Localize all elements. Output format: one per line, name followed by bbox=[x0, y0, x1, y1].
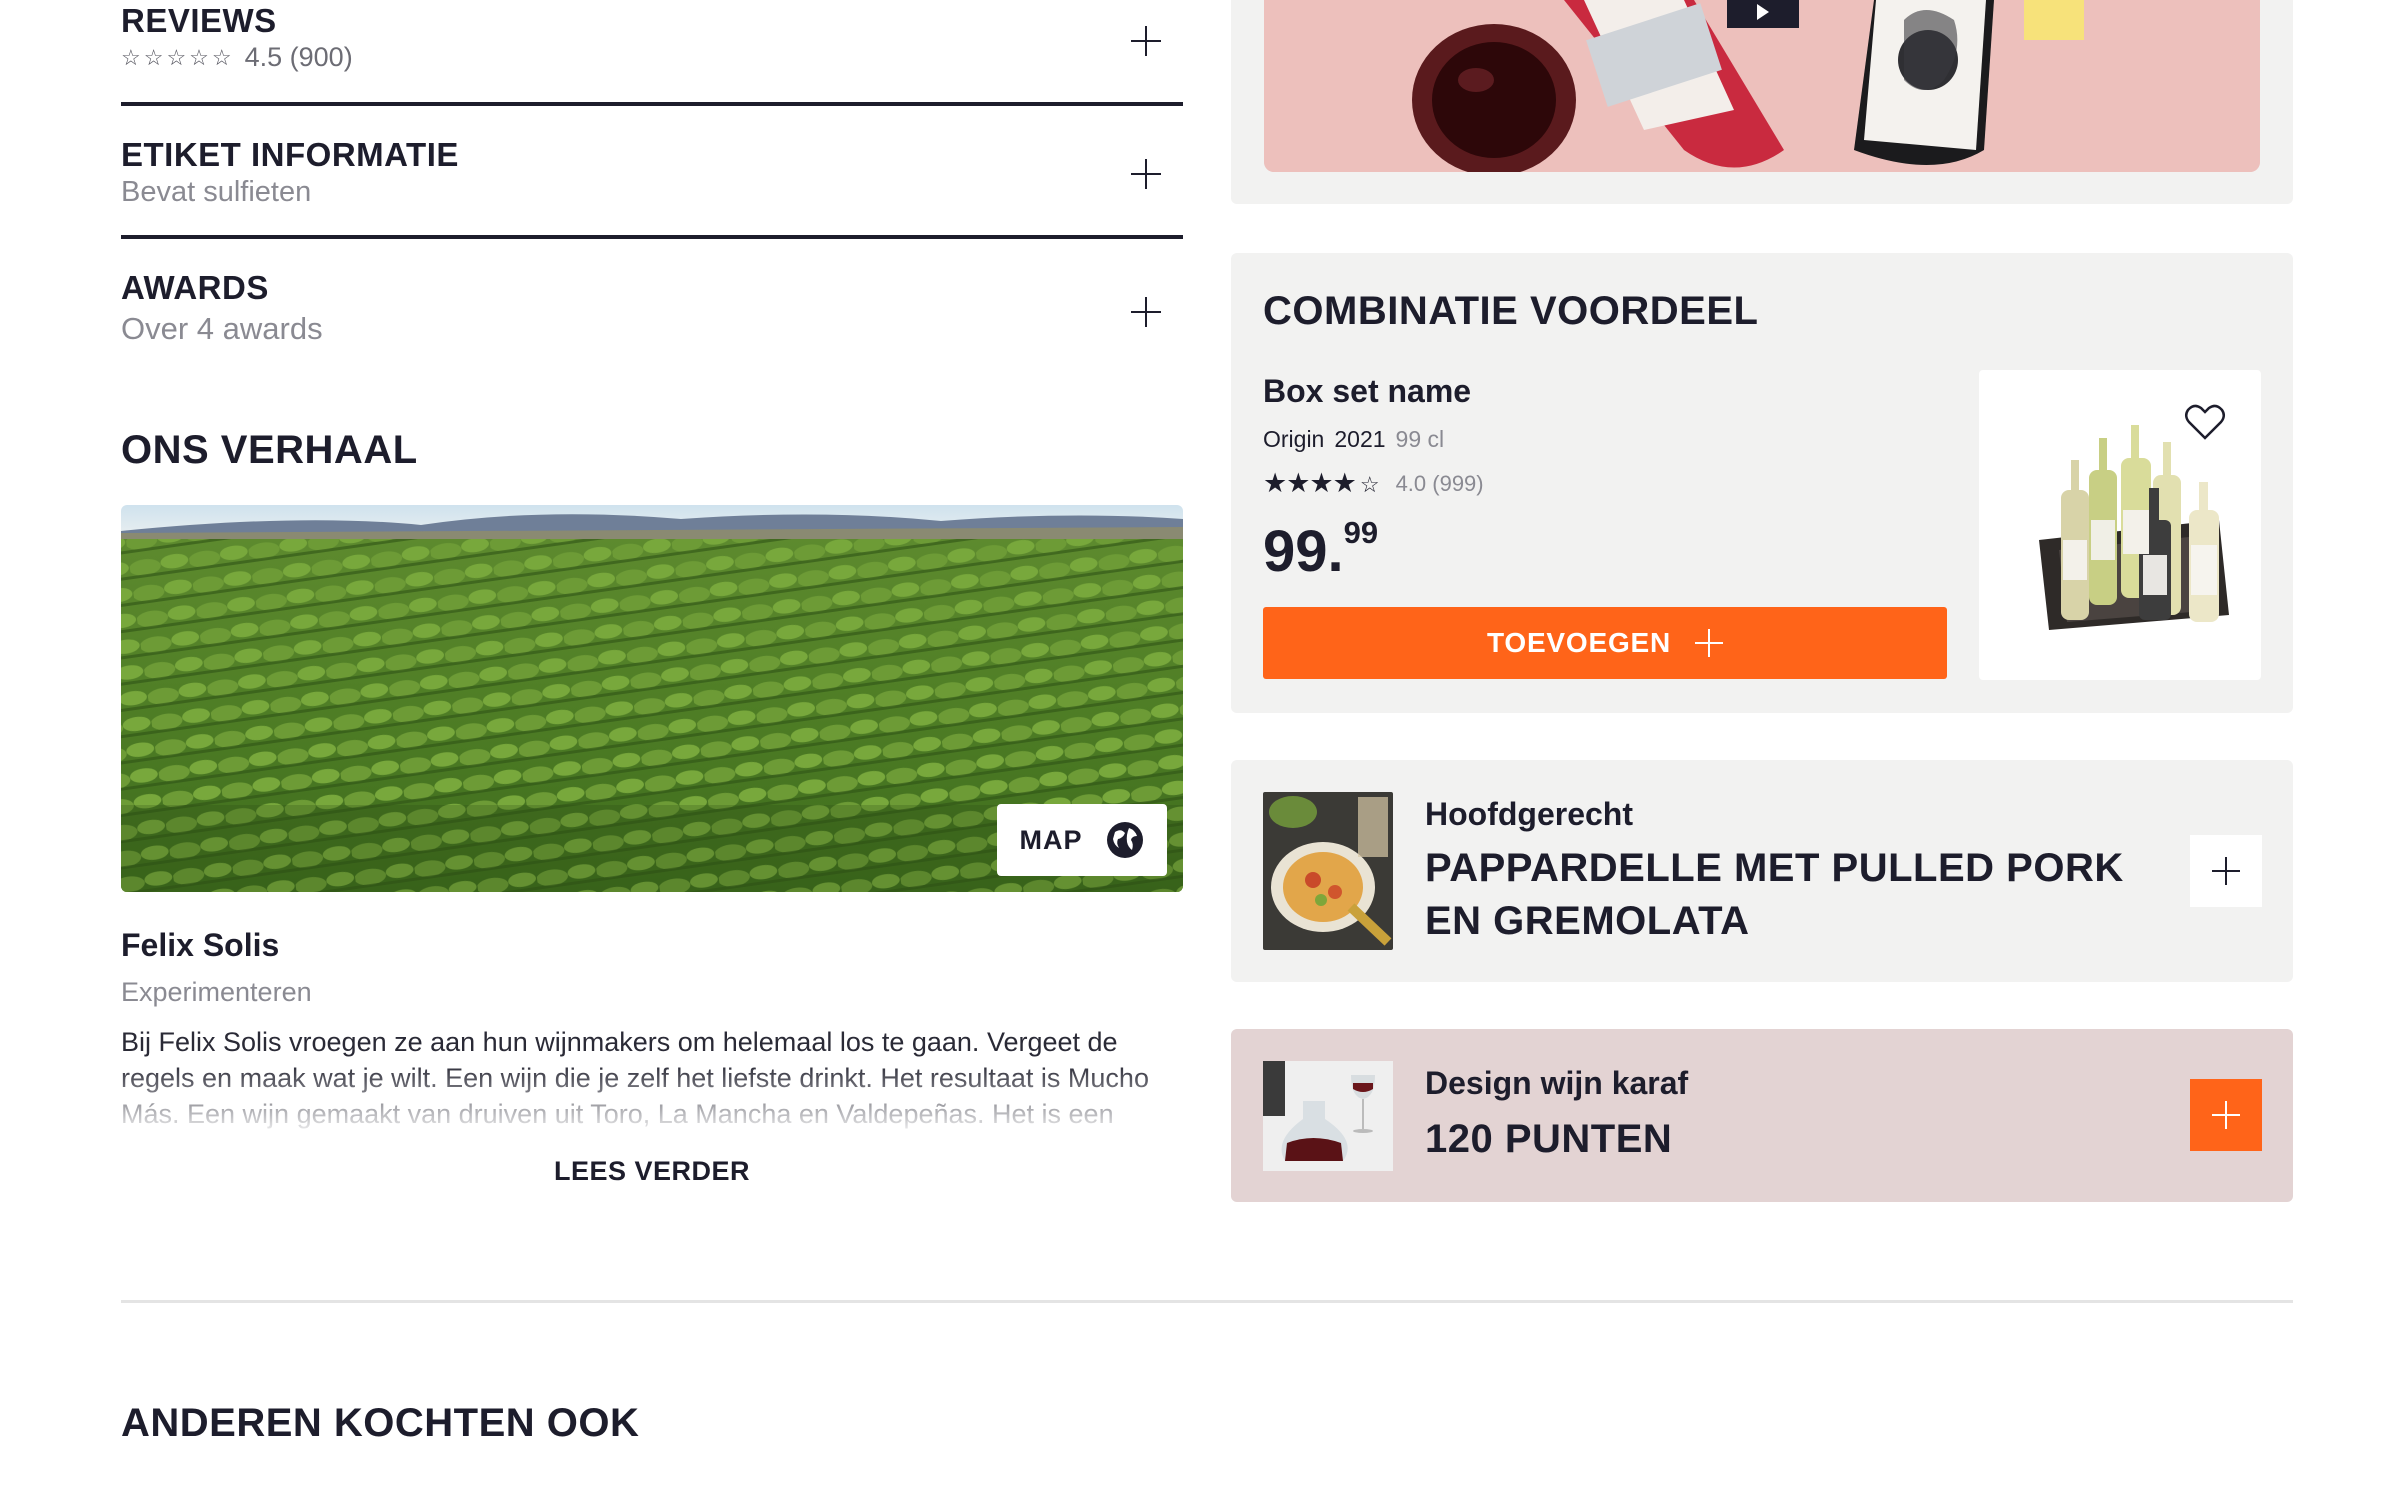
globe-icon bbox=[1105, 820, 1145, 860]
reward-name: Design wijn karaf bbox=[1425, 1065, 1689, 1101]
boxset-bottles-image bbox=[2039, 425, 2229, 630]
winery-name: Felix Solis bbox=[121, 927, 280, 963]
recipe-category: Hoofdgerecht bbox=[1425, 796, 1633, 832]
rating-stars-icon: ★★★★ ☆ bbox=[1263, 468, 1380, 498]
combo-deal-panel: COMBINATIE VOORDEEL Box set name Origin … bbox=[1231, 253, 2293, 713]
read-more-link[interactable]: LEES VERDER bbox=[121, 1156, 1183, 1187]
expand-plus-icon[interactable] bbox=[1131, 159, 1161, 189]
plus-icon bbox=[2212, 1101, 2240, 1129]
combo-rating: ★★★★ ☆ 4.0 (999) bbox=[1263, 468, 1484, 499]
add-recipe-button[interactable] bbox=[2190, 835, 2262, 907]
combo-price: 99.99 bbox=[1263, 515, 1378, 585]
add-plus-icon bbox=[1695, 629, 1724, 657]
expand-plus-icon[interactable] bbox=[1131, 297, 1161, 327]
reviews-title: REVIEWS bbox=[121, 2, 277, 39]
add-to-cart-button[interactable]: TOEVOEGEN bbox=[1263, 607, 1947, 679]
reward-points: 120 PUNTEN bbox=[1425, 1117, 1673, 1161]
awards-subtitle: Over 4 awards bbox=[121, 311, 323, 346]
combo-meta: Origin 2021 99 cl bbox=[1263, 426, 1444, 453]
reward-panel[interactable]: Design wijn karaf 120 PUNTEN bbox=[1231, 1029, 2293, 1202]
recipe-panel[interactable]: Hoofdgerecht PAPPARDELLE MET PULLED PORK… bbox=[1231, 760, 2293, 982]
combo-year: 2021 bbox=[1334, 426, 1386, 452]
text-fade bbox=[121, 1064, 1183, 1130]
reviews-rating-value: 4.5 (900) bbox=[244, 42, 353, 72]
section-divider bbox=[121, 1300, 2293, 1303]
expand-plus-icon[interactable] bbox=[1131, 26, 1161, 56]
reviews-accordion[interactable]: REVIEWS ☆☆☆☆☆ 4.5 (900) bbox=[121, 0, 1183, 102]
decanter-image bbox=[1263, 1061, 1393, 1171]
add-reward-button[interactable] bbox=[2190, 1079, 2262, 1151]
label-info-title: ETIKET INFORMATIE bbox=[121, 136, 459, 173]
price-cents: 99 bbox=[1343, 515, 1379, 550]
others-bought-heading: ANDEREN KOCHTEN OOK bbox=[121, 1401, 640, 1445]
map-label: MAP bbox=[1019, 824, 1083, 855]
recipe-title: PAPPARDELLE MET PULLED PORK EN GREMOLATA bbox=[1425, 846, 2124, 943]
combo-rating-value: 4.0 (999) bbox=[1395, 470, 1484, 496]
rating-stars-icon: ☆☆☆☆☆ bbox=[121, 44, 235, 70]
recipe-image bbox=[1263, 792, 1393, 950]
price-main: 99 bbox=[1263, 519, 1328, 584]
story-text: Bij Felix Solis vroegen ze aan hun wijnm… bbox=[121, 1024, 1183, 1130]
boxset-image-card[interactable] bbox=[1979, 370, 2261, 680]
add-label: TOEVOEGEN bbox=[1486, 627, 1672, 658]
combo-volume: 99 cl bbox=[1395, 426, 1445, 452]
story-heading: ONS VERHAAL bbox=[121, 428, 418, 472]
combo-heading: COMBINATIE VOORDEEL bbox=[1263, 289, 1759, 333]
wine-bottles-photo bbox=[1264, 0, 2260, 172]
winery-tagline: Experimenteren bbox=[121, 977, 312, 1007]
label-info-subtitle: Bevat sulfieten bbox=[121, 176, 312, 208]
awards-title: AWARDS bbox=[121, 269, 269, 306]
plus-icon bbox=[2212, 857, 2240, 885]
combo-origin: Origin bbox=[1263, 426, 1325, 452]
combo-name: Box set name bbox=[1263, 373, 1472, 409]
price-dot: . bbox=[1327, 519, 1344, 584]
map-button[interactable]: MAP bbox=[997, 804, 1167, 876]
awards-accordion[interactable]: AWARDS Over 4 awards bbox=[121, 239, 1183, 359]
reviews-rating: ☆☆☆☆☆ 4.5 (900) bbox=[121, 42, 353, 73]
label-info-accordion[interactable]: ETIKET INFORMATIE Bevat sulfieten bbox=[121, 106, 1183, 236]
